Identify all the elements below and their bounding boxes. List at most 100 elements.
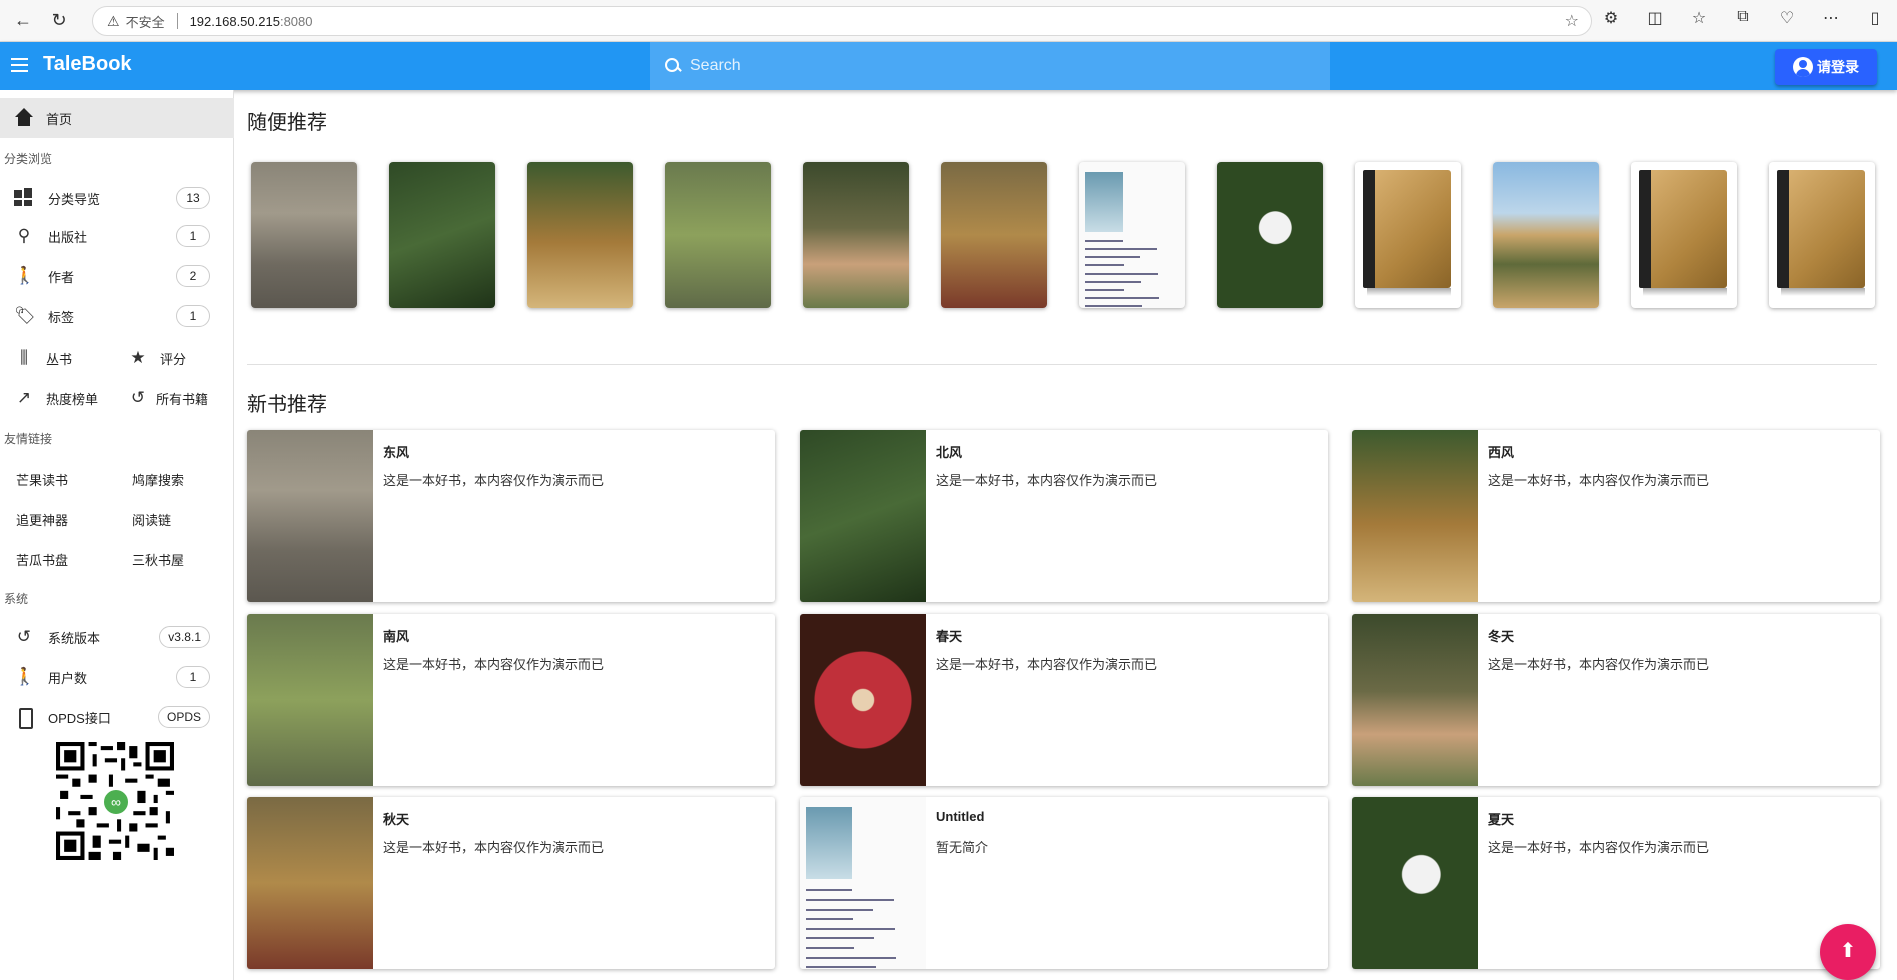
book-description: 这是一本好书，本内容仅作为演示而已 [936,657,1158,672]
sidebar-item-tag[interactable]: 🏷 标签 1 [0,298,234,334]
phone-icon [14,707,34,729]
count-badge: 1 [176,305,210,327]
person-icon: 🚶 [14,667,36,686]
book-description: 这是一本好书，本内容仅作为演示而已 [1488,473,1710,488]
book-card[interactable]: 东风 这是一本好书，本内容仅作为演示而已 [247,430,775,602]
sidebar-item-label: 标签 [48,309,75,325]
book-title: Untitled [936,809,985,824]
book-description: 这是一本好书，本内容仅作为演示而已 [1488,657,1710,672]
book-cover[interactable] [1631,162,1737,308]
sidebar-item-label: 热度榜单 [46,391,99,407]
book-cover[interactable] [1493,162,1599,308]
book-cover [247,614,373,786]
sidebar-item-author[interactable]: 🚶 作者 2 [0,258,234,294]
sidebar-item-opds[interactable]: OPDS接口 OPDS [0,699,234,735]
sidebar-item-series[interactable]: ⫼ 丛书 [14,340,72,376]
book-card[interactable]: 秋天 这是一本好书，本内容仅作为演示而已 [247,797,775,969]
address-host: 192.168.50.215 [189,13,280,29]
book-cover[interactable] [665,162,771,308]
friend-link[interactable]: 芒果读书 [16,470,68,489]
count-badge: 2 [176,265,210,287]
sidebar-item-all-books[interactable]: ↺ 所有书籍 [128,380,208,416]
book-cover[interactable] [1079,162,1185,308]
book-cover[interactable] [1217,162,1323,308]
warning-icon: ⚠ [107,12,120,29]
login-button[interactable]: 请登录 [1775,49,1877,85]
scroll-to-top-button[interactable]: ⬆ [1820,924,1876,980]
book-cover[interactable] [389,162,495,308]
book-title: 春天 [936,629,963,644]
sidebar-toggle-icon[interactable]: ▯ [1853,8,1897,28]
book-cover [800,614,926,786]
sidebar-item-home[interactable]: 首页 [0,98,234,138]
book-card[interactable]: 西风 这是一本好书，本内容仅作为演示而已 [1352,430,1880,602]
book-title: 冬天 [1488,629,1515,644]
address-bar[interactable]: ⚠ 不安全 192.168.50.215 :8080 ☆ [92,6,1592,36]
count-badge: 1 [176,225,210,247]
collections-icon[interactable]: ⧉ [1721,8,1765,28]
book-cover[interactable] [941,162,1047,308]
search-input[interactable] [690,57,1290,75]
sidebar-item-label: 分类导览 [48,191,101,207]
login-label: 请登录 [1817,59,1859,75]
book-card[interactable]: 南风 这是一本好书，本内容仅作为演示而已 [247,614,775,786]
favorites-icon[interactable]: ☆ [1677,8,1721,28]
book-cover[interactable] [251,162,357,308]
book-cover [1352,797,1478,969]
person-icon: 🚶 [14,266,36,285]
friend-link[interactable]: 阅读链 [132,510,171,529]
sidebar-item-label: 评分 [160,351,187,367]
address-port: :8080 [279,13,313,29]
book-card[interactable]: 冬天 这是一本好书，本内容仅作为演示而已 [1352,614,1880,786]
book-card[interactable]: Untitled 暂无简介 [800,797,1328,969]
link-icon: ∞ [102,788,130,816]
book-cover[interactable] [1769,162,1875,308]
book-cover [800,797,926,969]
book-description: 这是一本好书，本内容仅作为演示而已 [383,840,605,855]
section-heading-new: 新书推荐 [247,394,327,416]
book-cover[interactable] [803,162,909,308]
trending-up-icon: ↗ [16,388,32,407]
account-circle-icon [1793,57,1813,77]
book-cover [800,430,926,602]
health-icon[interactable]: ♡ [1765,8,1809,28]
sidebar-item-hot[interactable]: ↗ 热度榜单 [14,380,98,416]
book-cover[interactable] [1355,162,1461,308]
brand-title[interactable]: TaleBook [43,53,132,76]
menu-icon[interactable] [8,54,32,78]
opds-badge: OPDS [157,706,210,728]
friend-link[interactable]: 苦瓜书盘 [16,550,68,569]
sidebar-item-label: 作者 [48,269,75,285]
sidebar-item-version[interactable]: ↺ 系统版本 v3.8.1 [0,619,234,655]
friend-link[interactable]: 三秋书屋 [132,550,184,569]
book-cover[interactable] [527,162,633,308]
book-description: 这是一本好书，本内容仅作为演示而已 [383,657,605,672]
sidebar-item-categories[interactable]: 分类导览 13 [0,180,234,216]
book-card[interactable]: 春天 这是一本好书，本内容仅作为演示而已 [800,614,1328,786]
extensions-icon[interactable]: ⚙ [1589,8,1633,28]
section-heading-random: 随便推荐 [247,112,327,134]
count-badge: 1 [176,666,210,688]
book-cover [247,430,373,602]
home-icon [14,108,34,128]
split-screen-icon[interactable]: ◫ [1633,8,1677,28]
back-arrow-icon[interactable]: ← [10,8,36,34]
more-icon[interactable]: ⋯ [1809,8,1853,28]
favorite-star-icon[interactable]: ☆ [1565,11,1579,31]
version-badge: v3.8.1 [159,626,210,648]
book-title: 北风 [936,445,963,460]
friend-link[interactable]: 鸠摩搜索 [132,470,184,489]
sidebar-item-users[interactable]: 🚶 用户数 1 [0,659,234,695]
book-cover [1352,614,1478,786]
sidebar-item-rating[interactable]: ★ 评分 [128,340,186,376]
reload-icon[interactable]: ↻ [46,8,72,34]
friend-link[interactable]: 追更神器 [16,510,68,529]
sidebar-item-publisher[interactable]: ⚲ 出版社 1 [0,218,234,254]
search-icon [664,57,682,75]
section-title-browse: 分类浏览 [4,152,53,166]
sidebar-item-label: 首页 [46,111,73,127]
insecure-label: 不安全 [125,14,165,30]
book-card[interactable]: 北风 这是一本好书，本内容仅作为演示而已 [800,430,1328,602]
history-icon: ↺ [16,627,32,646]
book-card[interactable]: 夏天 这是一本好书，本内容仅作为演示而已 [1352,797,1880,969]
